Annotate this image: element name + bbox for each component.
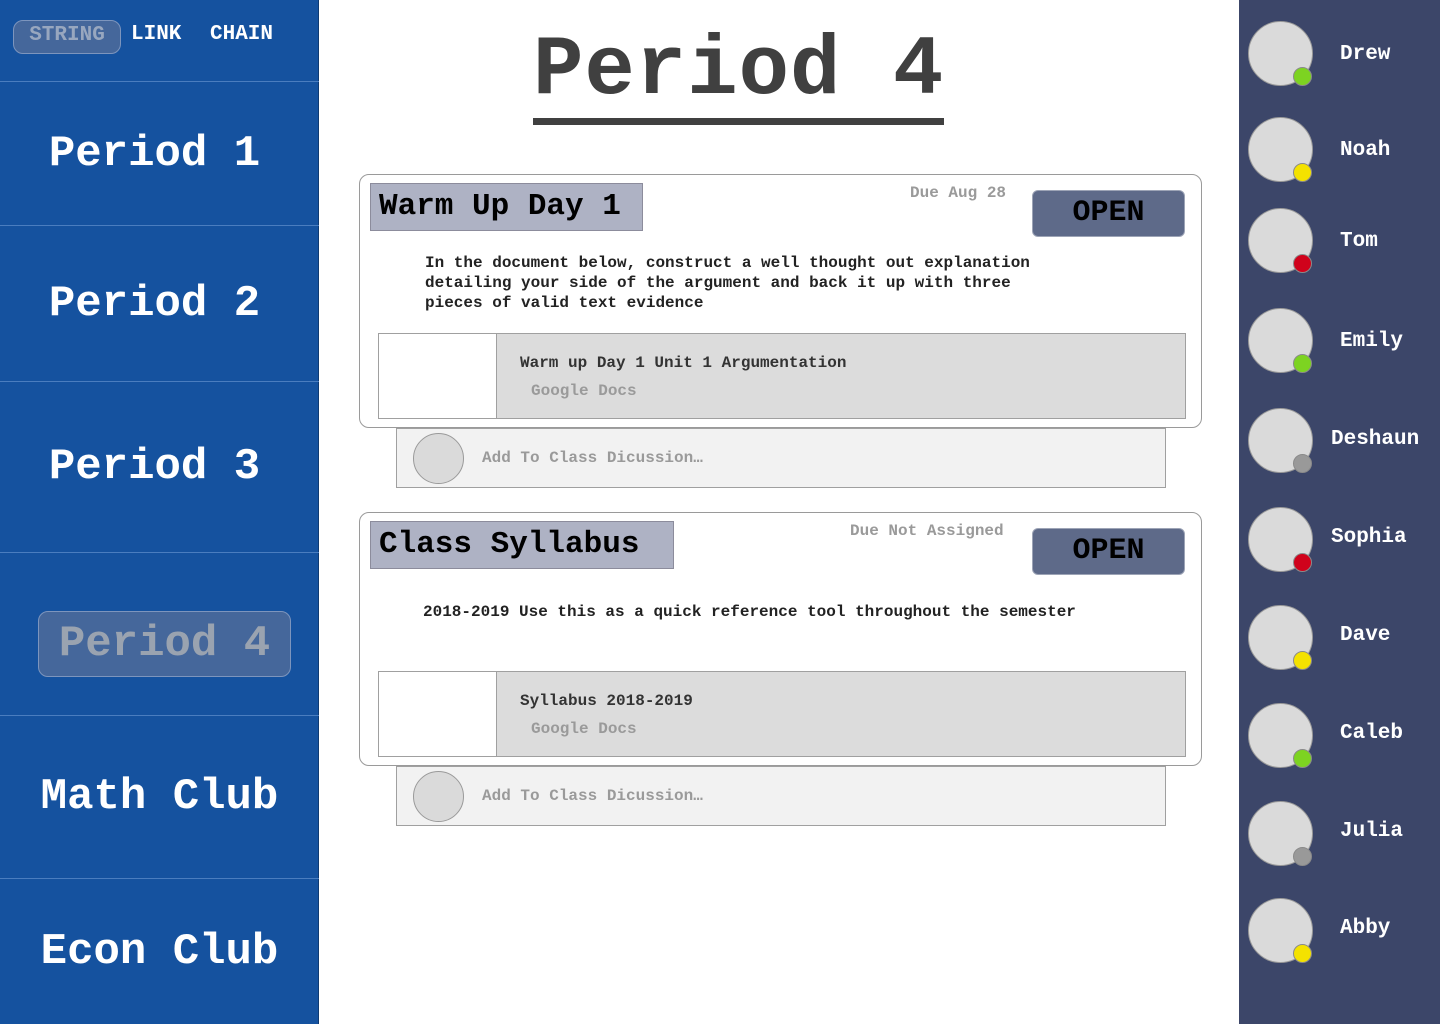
avatar	[413, 771, 464, 822]
attachment-type: Google Docs	[531, 382, 637, 400]
nav-string[interactable]: STRING	[13, 20, 121, 54]
sidebar-item-period-2[interactable]: Period 2	[0, 226, 319, 382]
student-name: Abby	[1340, 917, 1391, 940]
student-emily[interactable]: Emily	[1239, 308, 1440, 378]
student-roster: Drew Noah Tom Emily Deshaun Sophia Dave …	[1239, 0, 1440, 1024]
status-dot	[1293, 454, 1312, 473]
student-name: Tom	[1340, 230, 1378, 253]
student-caleb[interactable]: Caleb	[1239, 703, 1440, 773]
status-dot	[1293, 67, 1312, 86]
attachment-thumbnail	[379, 672, 497, 756]
avatar	[413, 433, 464, 484]
student-sophia[interactable]: Sophia	[1239, 507, 1440, 577]
status-dot	[1293, 944, 1312, 963]
assignment-description: In the document below, construct a well …	[425, 254, 1030, 312]
assignment-title: Class Syllabus	[370, 521, 674, 569]
student-deshaun[interactable]: Deshaun	[1239, 408, 1440, 478]
student-abby[interactable]: Abby	[1239, 898, 1440, 968]
student-name: Deshaun	[1331, 428, 1420, 451]
assignment-card: Class Syllabus Due Not Assigned OPEN 201…	[359, 512, 1202, 766]
sidebar-item-label: Period 4	[58, 619, 271, 669]
due-date: Due Not Assigned	[850, 522, 1004, 540]
sidebar: STRING LINK CHAIN Period 1 Period 2 Peri…	[0, 0, 319, 1024]
sidebar-item-econ-club[interactable]: Econ Club	[0, 879, 319, 1024]
student-noah[interactable]: Noah	[1239, 117, 1440, 187]
status-dot	[1293, 651, 1312, 670]
status-dot	[1293, 553, 1312, 572]
sidebar-item-label: Period 3	[48, 442, 261, 492]
assignment-card: Warm Up Day 1 Due Aug 28 OPEN In the doc…	[359, 174, 1202, 428]
attachment[interactable]: Syllabus 2018-2019 Google Docs	[378, 671, 1186, 757]
student-name: Emily	[1340, 330, 1404, 353]
status-dot	[1293, 163, 1312, 182]
discussion-bar	[396, 766, 1166, 826]
discussion-bar	[396, 428, 1166, 488]
student-name: Noah	[1340, 139, 1391, 162]
due-date: Due Aug 28	[910, 184, 1007, 202]
student-drew[interactable]: Drew	[1239, 21, 1440, 91]
page-title: Period 4	[533, 26, 945, 125]
attachment-name: Syllabus 2018-2019	[520, 692, 693, 710]
status-dot	[1293, 749, 1312, 768]
discussion-input[interactable]	[482, 784, 1082, 808]
sidebar-item-label: Period 1	[48, 129, 261, 179]
open-button[interactable]: OPEN	[1032, 190, 1185, 237]
status-dot	[1293, 254, 1312, 273]
attachment-name: Warm up Day 1 Unit 1 Argumentation	[520, 354, 847, 372]
attachment-thumbnail	[379, 334, 497, 418]
status-dot	[1293, 354, 1312, 373]
student-julia[interactable]: Julia	[1239, 801, 1440, 871]
top-nav: STRING LINK CHAIN	[0, 0, 319, 82]
student-name: Julia	[1340, 820, 1404, 843]
student-name: Sophia	[1331, 526, 1407, 549]
student-name: Drew	[1340, 43, 1391, 66]
discussion-input[interactable]	[482, 446, 1082, 470]
attachment[interactable]: Warm up Day 1 Unit 1 Argumentation Googl…	[378, 333, 1186, 419]
attachment-type: Google Docs	[531, 720, 637, 738]
assignment-description: 2018-2019 Use this as a quick reference …	[423, 603, 1076, 621]
status-dot	[1293, 847, 1312, 866]
nav-chain[interactable]: CHAIN	[210, 20, 273, 54]
student-name: Caleb	[1340, 722, 1404, 745]
sidebar-item-period-4[interactable]: Period 4	[0, 553, 319, 716]
sidebar-item-label: Period 2	[48, 278, 261, 329]
student-dave[interactable]: Dave	[1239, 605, 1440, 675]
student-name: Dave	[1340, 624, 1391, 647]
sidebar-item-period-3[interactable]: Period 3	[0, 382, 319, 553]
sidebar-item-period-1[interactable]: Period 1	[0, 83, 319, 226]
open-button[interactable]: OPEN	[1032, 528, 1185, 575]
active-indicator: Period 4	[38, 611, 291, 677]
sidebar-item-math-club[interactable]: Math Club	[0, 716, 319, 879]
sidebar-item-label: Math Club	[40, 772, 279, 822]
sidebar-item-label: Econ Club	[40, 926, 279, 977]
nav-link[interactable]: LINK	[131, 20, 181, 54]
student-tom[interactable]: Tom	[1239, 208, 1440, 278]
assignment-title: Warm Up Day 1	[370, 183, 643, 231]
